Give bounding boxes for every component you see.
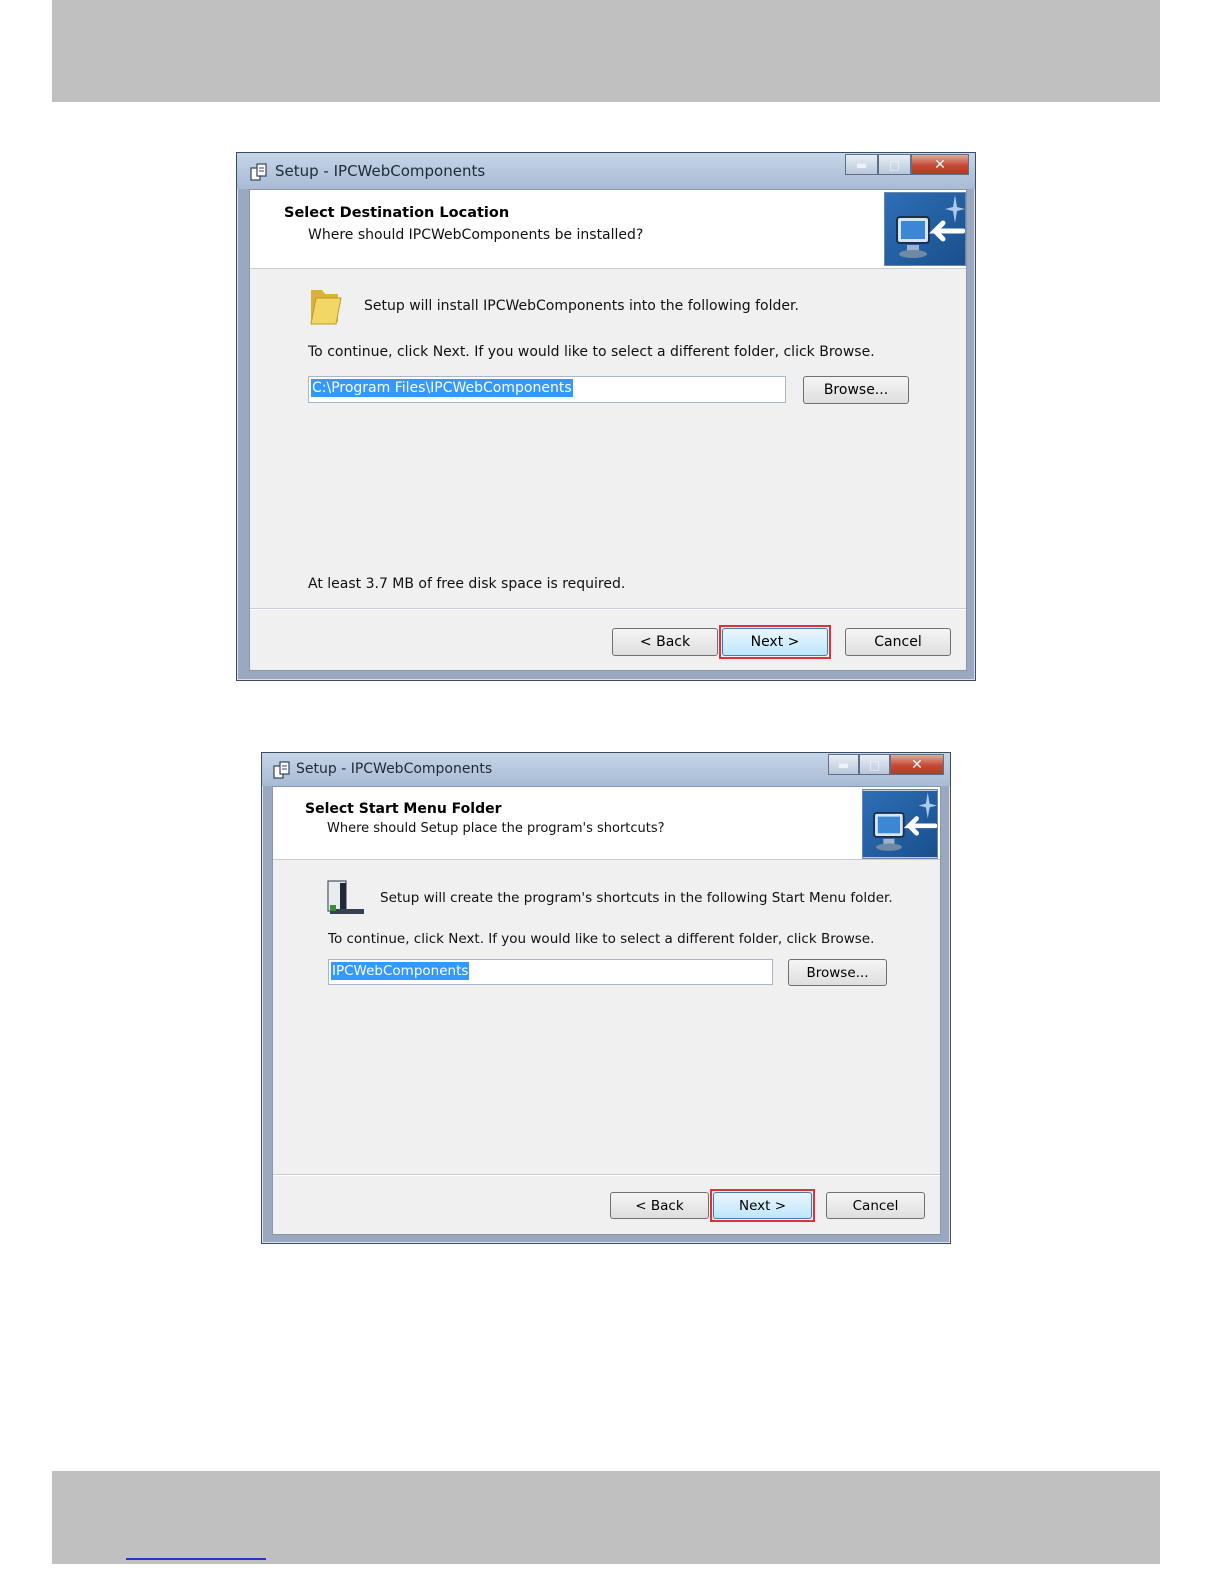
next-button-highlight [719, 625, 831, 659]
maximize-button[interactable]: □ [859, 754, 890, 775]
start-menu-folder-icon [327, 880, 364, 914]
title-bar[interactable]: Setup - IPCWebComponents ▬ □ ✕ [237, 153, 975, 189]
minimize-button[interactable]: ▬ [828, 754, 859, 775]
page-subheading: Where should IPCWebComponents be install… [308, 227, 644, 243]
close-button[interactable]: ✕ [911, 154, 969, 175]
cancel-button[interactable]: Cancel [845, 628, 951, 656]
page-subheading: Where should Setup place the program's s… [327, 821, 665, 836]
folder-icon [310, 290, 342, 325]
minimize-icon: ▬ [837, 757, 850, 772]
wizard-header: Select Start Menu Folder Where should Se… [273, 787, 940, 860]
footer-separator [250, 608, 966, 610]
start-menu-folder-value: IPCWebComponents [331, 962, 470, 980]
destination-path-value: C:\Program Files\IPCWebComponents [311, 379, 573, 397]
back-button[interactable]: < Back [612, 628, 718, 656]
page-header-band [52, 0, 1160, 102]
maximize-button[interactable]: □ [878, 154, 911, 175]
instruction-text: To continue, click Next. If you would li… [328, 931, 875, 947]
footer-separator [273, 1174, 940, 1176]
setup-dialog-destination: Setup - IPCWebComponents ▬ □ ✕ Select De… [236, 152, 976, 681]
page-heading: Select Start Menu Folder [305, 801, 502, 817]
maximize-icon: □ [888, 157, 901, 172]
close-button[interactable]: ✕ [890, 754, 944, 775]
setup-app-icon [250, 163, 267, 181]
minimize-button[interactable]: ▬ [845, 154, 878, 175]
wizard-header: Select Destination Location Where should… [250, 190, 966, 269]
wizard-client-area: Select Start Menu Folder Where should Se… [272, 786, 941, 1235]
instruction-text: To continue, click Next. If you would li… [308, 344, 875, 360]
wizard-client-area: Select Destination Location Where should… [249, 189, 967, 671]
destination-path-input[interactable]: C:\Program Files\IPCWebComponents [308, 376, 786, 403]
back-button[interactable]: < Back [610, 1192, 709, 1219]
window-title: Setup - IPCWebComponents [296, 761, 493, 777]
wizard-computer-icon [884, 192, 966, 266]
install-info-text: Setup will install IPCWebComponents into… [364, 298, 799, 314]
next-button-highlight [710, 1189, 815, 1222]
close-icon: ✕ [911, 756, 923, 773]
browse-button[interactable]: Browse... [788, 959, 887, 986]
maximize-icon: □ [868, 757, 881, 772]
browse-button[interactable]: Browse... [803, 376, 909, 404]
window-title: Setup - IPCWebComponents [275, 162, 486, 180]
start-menu-folder-input[interactable]: IPCWebComponents [328, 959, 773, 985]
minimize-icon: ▬ [855, 157, 868, 172]
wizard-computer-icon [862, 789, 938, 859]
page-footer-band [52, 1471, 1160, 1564]
shortcut-info-text: Setup will create the program's shortcut… [380, 890, 893, 906]
cancel-button[interactable]: Cancel [826, 1192, 925, 1219]
disk-space-text: At least 3.7 MB of free disk space is re… [308, 576, 626, 592]
page-heading: Select Destination Location [284, 205, 510, 221]
footer-link-underline[interactable] [126, 1558, 266, 1560]
setup-dialog-start-menu: Setup - IPCWebComponents ▬ □ ✕ Select St… [261, 752, 951, 1244]
setup-app-icon [273, 761, 290, 779]
title-bar[interactable]: Setup - IPCWebComponents ▬ □ ✕ [262, 753, 950, 786]
close-icon: ✕ [934, 156, 946, 173]
